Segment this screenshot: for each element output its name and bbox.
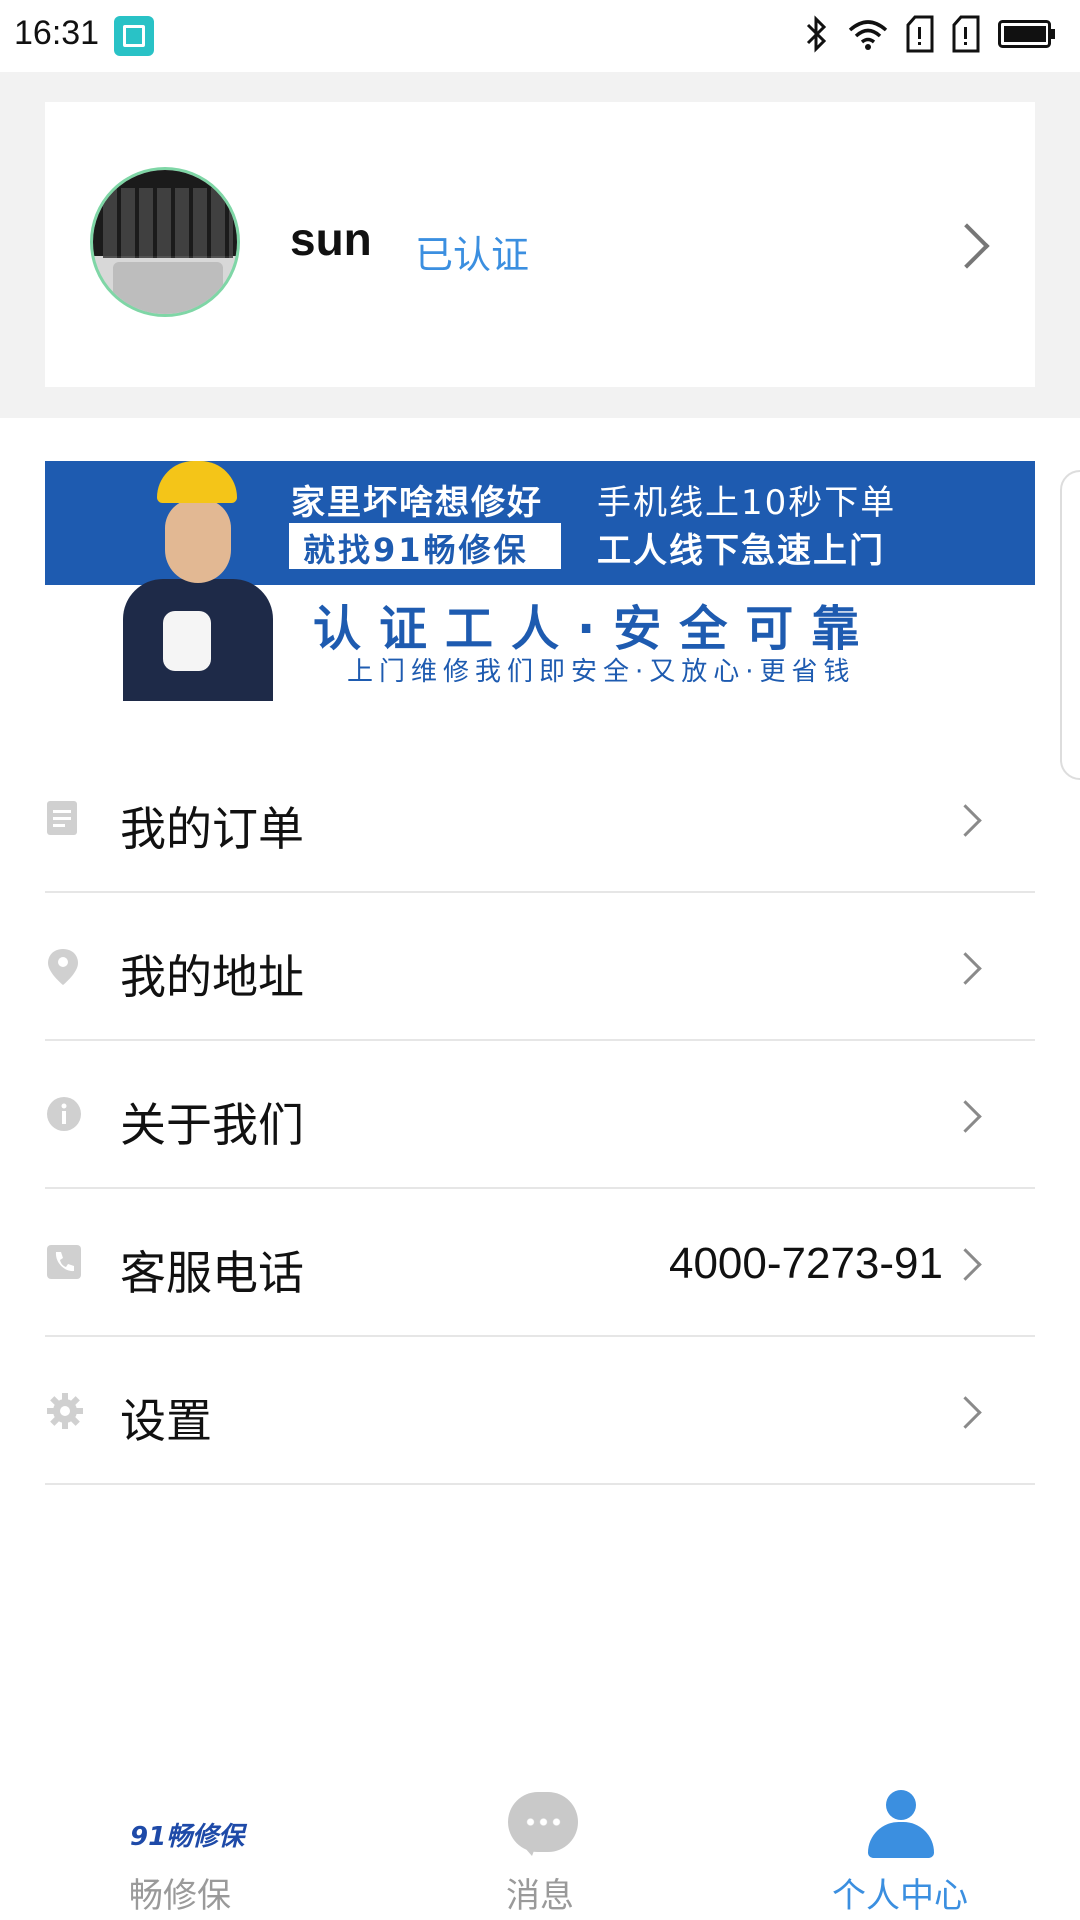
- banner-line1-left: 家里坏啥想修好: [291, 483, 543, 523]
- tab-profile[interactable]: 个人中心: [720, 1776, 1080, 1920]
- banner-line2-right: 工人线下急速上门: [597, 531, 885, 571]
- chevron-right-icon: [944, 223, 990, 269]
- avatar[interactable]: [90, 167, 240, 317]
- location-pin-icon: [45, 947, 85, 987]
- banner-line1-right: 手机线上10秒下单: [597, 483, 897, 523]
- screenshot-icon: [114, 16, 154, 56]
- status-time: 16:31: [14, 14, 100, 52]
- wifi-icon: [848, 18, 888, 50]
- tab-label: 消息: [506, 1876, 574, 1916]
- tab-label: 畅修保: [129, 1876, 231, 1916]
- tab-messages[interactable]: 消息: [360, 1776, 720, 1920]
- chevron-right-icon: [949, 952, 982, 985]
- menu-item-about[interactable]: 关于我们: [45, 1041, 1035, 1189]
- battery-icon: [998, 20, 1056, 48]
- sim1-icon: [906, 15, 934, 53]
- chevron-right-icon: [949, 1248, 982, 1281]
- chevron-right-icon: [949, 1396, 982, 1429]
- promo-banner[interactable]: 家里坏啥想修好 就找91畅修保 手机线上10秒下单 工人线下急速上门 认证工人·…: [45, 461, 1035, 701]
- phone-icon: [45, 1243, 85, 1283]
- profile-card[interactable]: sun 已认证: [45, 102, 1035, 387]
- menu-item-label: 关于我们: [120, 1098, 304, 1152]
- menu-item-label: 我的地址: [120, 950, 304, 1004]
- bottom-tab-bar: 91畅修保 畅修保 消息 个人中心: [0, 1776, 1080, 1920]
- menu-item-label: 客服电话: [120, 1246, 304, 1300]
- menu-list: 我的订单 我的地址 关于我们 客服电话 4000-7273-91 设置: [45, 745, 1035, 1485]
- banner-line2-left: 就找91畅修保: [303, 531, 529, 569]
- chat-bubble-icon: [508, 1792, 578, 1856]
- menu-item-orders[interactable]: 我的订单: [45, 745, 1035, 893]
- person-icon: [868, 1790, 934, 1860]
- menu-item-address[interactable]: 我的地址: [45, 893, 1035, 1041]
- menu-item-customer-service[interactable]: 客服电话 4000-7273-91: [45, 1189, 1035, 1337]
- brand-logo-icon: 91畅修保: [130, 1822, 245, 1852]
- username: sun: [290, 213, 372, 265]
- side-edge-handle[interactable]: [1060, 470, 1080, 780]
- status-bar: 16:31: [0, 0, 1080, 72]
- worker-illustration: [85, 461, 285, 701]
- status-icons: [804, 14, 1056, 54]
- chevron-right-icon: [949, 804, 982, 837]
- helmet-logo: [157, 461, 237, 503]
- phone-number[interactable]: 4000-7273-91: [669, 1239, 943, 1289]
- thumbs-up-icon: [163, 611, 211, 671]
- bluetooth-icon: [804, 14, 830, 54]
- info-icon: [45, 1095, 85, 1135]
- menu-item-settings[interactable]: 设置: [45, 1337, 1035, 1485]
- menu-item-label: 设置: [120, 1394, 212, 1448]
- gear-icon: [45, 1391, 85, 1431]
- tab-home[interactable]: 91畅修保 畅修保: [0, 1776, 360, 1920]
- banner-headline: 认证工人·安全可靠: [313, 601, 878, 657]
- document-icon: [45, 799, 85, 839]
- menu-item-label: 我的订单: [120, 802, 304, 856]
- sim2-icon: [952, 15, 980, 53]
- chevron-right-icon: [949, 1100, 982, 1133]
- tab-label: 个人中心: [832, 1876, 968, 1916]
- banner-tagline: 上门维修我们即安全·又放心·更省钱: [347, 657, 856, 687]
- verified-badge: 已认证: [415, 233, 530, 277]
